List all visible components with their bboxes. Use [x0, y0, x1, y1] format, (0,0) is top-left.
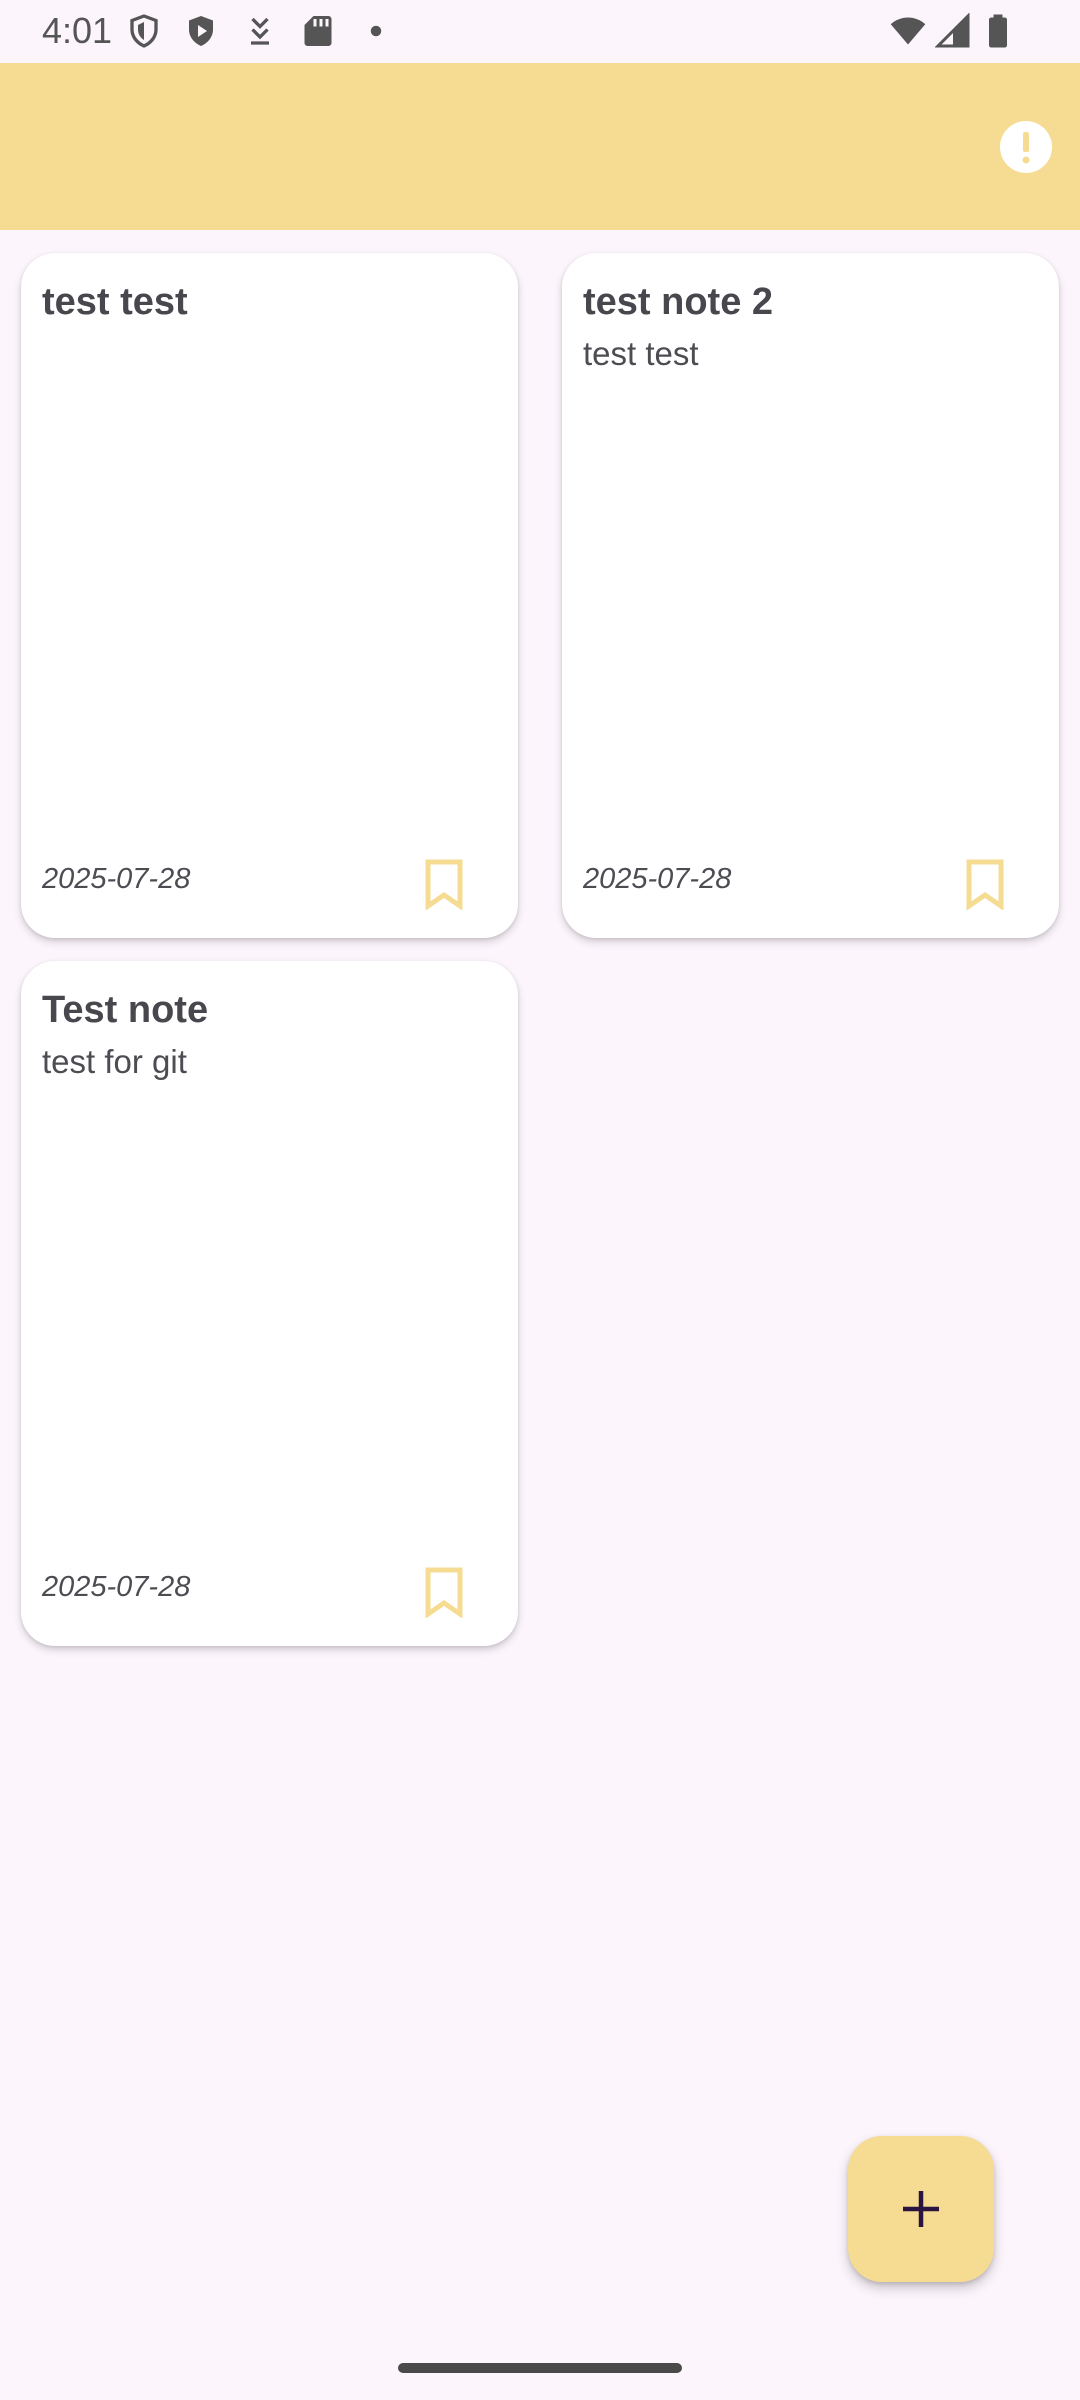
cell-signal-icon	[935, 13, 971, 49]
app-bar	[0, 63, 1080, 230]
note-body: test for git	[42, 1043, 187, 1080]
note-card[interactable]: Test note test for git 2025-07-28	[21, 961, 518, 1646]
status-bar: 4:01	[0, 0, 1080, 63]
note-body: test test	[583, 335, 699, 372]
sd-card-icon	[300, 13, 336, 49]
battery-icon	[980, 13, 1016, 49]
note-title: test test	[42, 281, 188, 323]
bookmark-outline-icon[interactable]	[963, 858, 1007, 910]
note-title: Test note	[42, 989, 209, 1031]
notification-dot-icon	[358, 13, 394, 49]
bookmark-outline-icon[interactable]	[422, 858, 466, 910]
gesture-handle[interactable]	[398, 2363, 682, 2373]
wifi-icon	[887, 13, 929, 49]
note-card[interactable]: test test 2025-07-28	[21, 253, 518, 938]
note-card[interactable]: test note 2 test test 2025-07-28	[562, 253, 1059, 938]
download-arrow-icon	[242, 13, 278, 49]
shield-play-icon	[183, 13, 219, 49]
status-time: 4:01	[42, 10, 113, 51]
add-note-button[interactable]	[848, 2136, 994, 2282]
note-title: test note 2	[583, 281, 774, 323]
plus-icon	[903, 2191, 939, 2227]
note-date: 2025-07-28	[583, 863, 732, 895]
shield-outline-icon	[126, 13, 162, 49]
note-date: 2025-07-28	[42, 863, 191, 895]
info-icon[interactable]	[996, 117, 1056, 177]
note-date: 2025-07-28	[42, 1571, 191, 1603]
bookmark-outline-icon[interactable]	[422, 1566, 466, 1618]
